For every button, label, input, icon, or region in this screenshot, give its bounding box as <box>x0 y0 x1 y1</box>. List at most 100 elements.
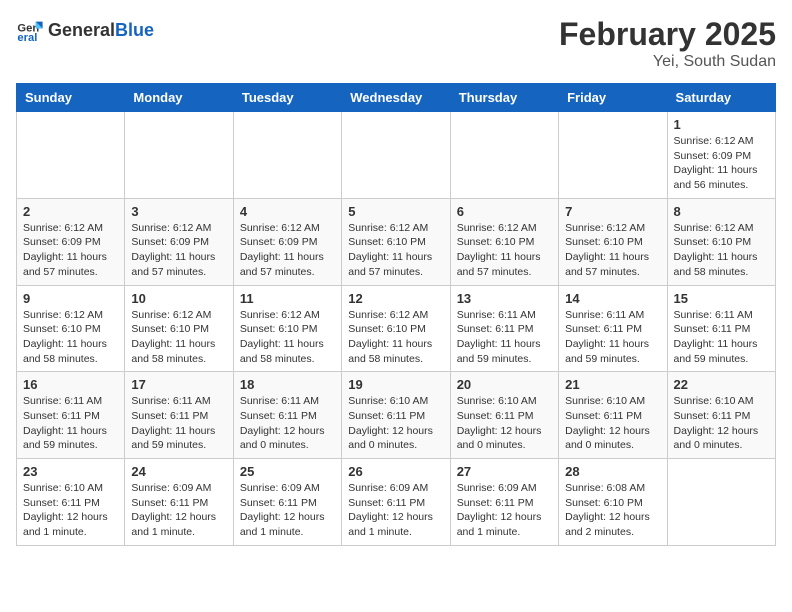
day-info: Sunrise: 6:12 AM Sunset: 6:10 PM Dayligh… <box>565 221 660 280</box>
calendar-cell: 15 Sunrise: 6:11 AM Sunset: 6:11 PM Dayli… <box>667 285 775 372</box>
calendar-cell: 21 Sunrise: 6:10 AM Sunset: 6:11 PM Dayli… <box>559 372 667 459</box>
day-number: 6 <box>457 204 552 219</box>
page-header: Gen eral GeneralBlue February 2025 Yei, … <box>16 16 776 71</box>
calendar-cell: 4Sunrise: 6:12 AM Sunset: 6:09 PM Daylig… <box>233 198 341 285</box>
day-info: Sunrise: 6:10 AM Sunset: 6:11 PM Dayligh… <box>457 394 552 453</box>
day-info: Sunrise: 6:11 AM Sunset: 6:11 PM Dayligh… <box>457 308 552 367</box>
logo-blue-text: Blue <box>115 20 154 41</box>
calendar-cell: 6 Sunrise: 6:12 AM Sunset: 6:10 PM Daylig… <box>450 198 558 285</box>
day-info: Sunrise: 6:09 AM Sunset: 6:11 PM Dayligh… <box>240 481 335 540</box>
logo-general-text: General <box>48 20 115 41</box>
day-number: 8 <box>674 204 769 219</box>
calendar-cell: 2 Sunrise: 6:12 AM Sunset: 6:09 PM Daylig… <box>17 198 125 285</box>
day-number: 21 <box>565 377 660 392</box>
calendar-cell: 28 Sunrise: 6:08 AM Sunset: 6:10 PM Dayli… <box>559 459 667 546</box>
day-info: Sunrise: 6:11 AM Sunset: 6:11 PM Dayligh… <box>131 394 226 453</box>
calendar-header-thursday: Thursday <box>450 84 558 112</box>
location-subtitle: Yei, South Sudan <box>559 53 776 71</box>
day-info: Sunrise: 6:09 AM Sunset: 6:11 PM Dayligh… <box>457 481 552 540</box>
calendar-week-2: 2 Sunrise: 6:12 AM Sunset: 6:09 PM Daylig… <box>17 198 776 285</box>
svg-text:eral: eral <box>17 32 37 44</box>
calendar-cell: 12Sunrise: 6:12 AM Sunset: 6:10 PM Dayli… <box>342 285 450 372</box>
calendar-cell: 14 Sunrise: 6:11 AM Sunset: 6:11 PM Dayli… <box>559 285 667 372</box>
day-number: 15 <box>674 291 769 306</box>
calendar-cell <box>667 459 775 546</box>
calendar-cell: 26Sunrise: 6:09 AM Sunset: 6:11 PM Dayli… <box>342 459 450 546</box>
calendar-cell <box>559 112 667 199</box>
calendar-cell: 13 Sunrise: 6:11 AM Sunset: 6:11 PM Dayli… <box>450 285 558 372</box>
day-number: 18 <box>240 377 335 392</box>
day-info: Sunrise: 6:10 AM Sunset: 6:11 PM Dayligh… <box>674 394 769 453</box>
day-info: Sunrise: 6:10 AM Sunset: 6:11 PM Dayligh… <box>23 481 118 540</box>
day-number: 3 <box>131 204 226 219</box>
calendar-cell: 22 Sunrise: 6:10 AM Sunset: 6:11 PM Dayli… <box>667 372 775 459</box>
calendar-header-friday: Friday <box>559 84 667 112</box>
day-info: Sunrise: 6:10 AM Sunset: 6:11 PM Dayligh… <box>565 394 660 453</box>
calendar-week-4: 16 Sunrise: 6:11 AM Sunset: 6:11 PM Dayli… <box>17 372 776 459</box>
calendar-cell: 1 Sunrise: 6:12 AM Sunset: 6:09 PM Daylig… <box>667 112 775 199</box>
day-number: 2 <box>23 204 118 219</box>
calendar-header-wednesday: Wednesday <box>342 84 450 112</box>
calendar-cell: 10Sunrise: 6:12 AM Sunset: 6:10 PM Dayli… <box>125 285 233 372</box>
day-number: 7 <box>565 204 660 219</box>
calendar-cell: 8 Sunrise: 6:12 AM Sunset: 6:10 PM Daylig… <box>667 198 775 285</box>
day-info: Sunrise: 6:12 AM Sunset: 6:09 PM Dayligh… <box>674 134 769 193</box>
calendar-header-saturday: Saturday <box>667 84 775 112</box>
calendar-cell: 11 Sunrise: 6:12 AM Sunset: 6:10 PM Dayli… <box>233 285 341 372</box>
calendar-week-5: 23 Sunrise: 6:10 AM Sunset: 6:11 PM Dayli… <box>17 459 776 546</box>
calendar-header-row: SundayMondayTuesdayWednesdayThursdayFrid… <box>17 84 776 112</box>
calendar-week-3: 9 Sunrise: 6:12 AM Sunset: 6:10 PM Daylig… <box>17 285 776 372</box>
day-info: Sunrise: 6:12 AM Sunset: 6:10 PM Dayligh… <box>23 308 118 367</box>
day-number: 10 <box>131 291 226 306</box>
day-number: 22 <box>674 377 769 392</box>
day-info: Sunrise: 6:12 AM Sunset: 6:10 PM Dayligh… <box>240 308 335 367</box>
day-info: Sunrise: 6:11 AM Sunset: 6:11 PM Dayligh… <box>240 394 335 453</box>
calendar-cell: 20 Sunrise: 6:10 AM Sunset: 6:11 PM Dayli… <box>450 372 558 459</box>
day-info: Sunrise: 6:12 AM Sunset: 6:10 PM Dayligh… <box>457 221 552 280</box>
day-number: 1 <box>674 117 769 132</box>
day-number: 5 <box>348 204 443 219</box>
month-title: February 2025 <box>559 16 776 53</box>
day-info: Sunrise: 6:11 AM Sunset: 6:11 PM Dayligh… <box>674 308 769 367</box>
calendar-cell: 24 Sunrise: 6:09 AM Sunset: 6:11 PM Dayli… <box>125 459 233 546</box>
day-number: 11 <box>240 291 335 306</box>
day-number: 23 <box>23 464 118 479</box>
day-info: Sunrise: 6:09 AM Sunset: 6:11 PM Dayligh… <box>348 481 443 540</box>
day-number: 28 <box>565 464 660 479</box>
day-info: Sunrise: 6:11 AM Sunset: 6:11 PM Dayligh… <box>23 394 118 453</box>
day-info: Sunrise: 6:12 AM Sunset: 6:10 PM Dayligh… <box>674 221 769 280</box>
day-number: 16 <box>23 377 118 392</box>
day-number: 13 <box>457 291 552 306</box>
day-number: 17 <box>131 377 226 392</box>
logo-icon: Gen eral <box>16 16 44 44</box>
calendar-cell: 3 Sunrise: 6:12 AM Sunset: 6:09 PM Daylig… <box>125 198 233 285</box>
calendar-header-sunday: Sunday <box>17 84 125 112</box>
day-info: Sunrise: 6:12 AM Sunset: 6:10 PM Dayligh… <box>348 308 443 367</box>
calendar-header-monday: Monday <box>125 84 233 112</box>
day-number: 19 <box>348 377 443 392</box>
calendar-cell: 7 Sunrise: 6:12 AM Sunset: 6:10 PM Daylig… <box>559 198 667 285</box>
calendar-cell: 5 Sunrise: 6:12 AM Sunset: 6:10 PM Daylig… <box>342 198 450 285</box>
calendar-title-area: February 2025 Yei, South Sudan <box>559 16 776 71</box>
day-number: 24 <box>131 464 226 479</box>
calendar-cell <box>342 112 450 199</box>
calendar-cell: 19Sunrise: 6:10 AM Sunset: 6:11 PM Dayli… <box>342 372 450 459</box>
day-info: Sunrise: 6:12 AM Sunset: 6:10 PM Dayligh… <box>348 221 443 280</box>
day-info: Sunrise: 6:09 AM Sunset: 6:11 PM Dayligh… <box>131 481 226 540</box>
day-number: 9 <box>23 291 118 306</box>
calendar-cell <box>17 112 125 199</box>
calendar-cell: 25Sunrise: 6:09 AM Sunset: 6:11 PM Dayli… <box>233 459 341 546</box>
day-info: Sunrise: 6:08 AM Sunset: 6:10 PM Dayligh… <box>565 481 660 540</box>
calendar-header-tuesday: Tuesday <box>233 84 341 112</box>
day-info: Sunrise: 6:12 AM Sunset: 6:09 PM Dayligh… <box>240 221 335 280</box>
calendar-cell <box>125 112 233 199</box>
day-info: Sunrise: 6:12 AM Sunset: 6:09 PM Dayligh… <box>23 221 118 280</box>
day-info: Sunrise: 6:12 AM Sunset: 6:09 PM Dayligh… <box>131 221 226 280</box>
day-number: 27 <box>457 464 552 479</box>
logo: Gen eral GeneralBlue <box>16 16 154 44</box>
calendar-cell: 16 Sunrise: 6:11 AM Sunset: 6:11 PM Dayli… <box>17 372 125 459</box>
day-info: Sunrise: 6:11 AM Sunset: 6:11 PM Dayligh… <box>565 308 660 367</box>
day-number: 14 <box>565 291 660 306</box>
calendar-cell <box>450 112 558 199</box>
day-number: 20 <box>457 377 552 392</box>
